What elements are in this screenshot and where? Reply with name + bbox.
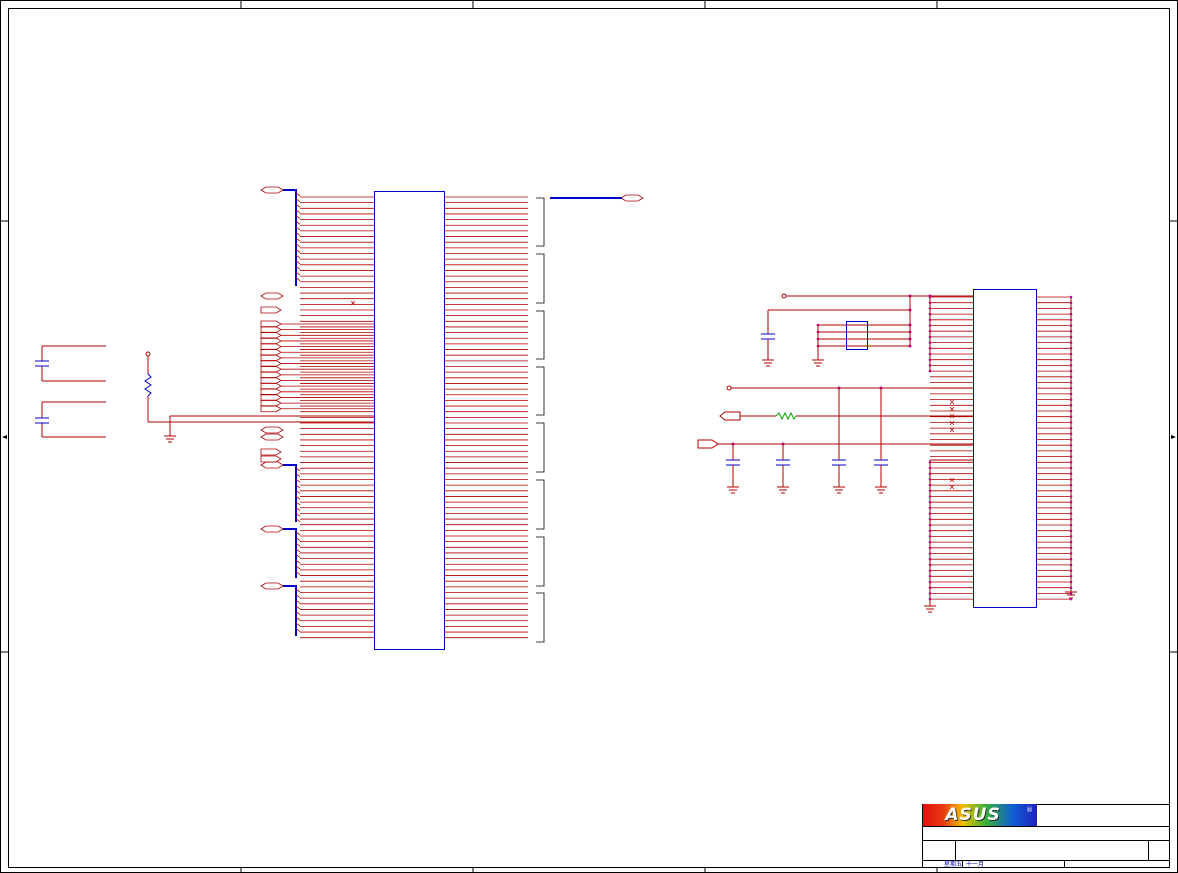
ground-icon [777,486,789,494]
group-bracket [536,536,545,587]
date-label: 星期五 [944,861,963,868]
port-icon [260,455,282,463]
top-rail [767,293,973,360]
port-icon [260,448,282,456]
port-icon [260,331,282,339]
zone-arrows [2,435,1176,439]
group-bracket [536,253,545,304]
port-icon [260,461,284,469]
port-icon [260,343,282,350]
group-bracket [536,310,545,360]
zone-ticks [0,0,1178,873]
schematic-sheet [0,0,1178,873]
sheet-frame [0,0,1178,873]
port-icon [620,194,644,202]
port-icon [260,354,282,362]
capacitor-icon [35,345,106,382]
bus-line [283,528,297,578]
month-label: 十一月 [966,861,985,868]
port-icon [260,582,284,590]
port-icon [260,405,282,413]
ground-icon [833,486,845,494]
power-ic-right-pins [1036,295,1073,601]
port-icon [260,377,282,384]
connector-ic-body [374,191,445,650]
port-icon [260,320,282,328]
ground-icon [164,435,176,443]
pin-group-brackets [536,197,545,643]
bus-line [283,585,297,636]
left-pin-wires [300,196,374,639]
port-icon [260,399,282,407]
port-icon [260,360,282,367]
group-bracket [536,592,545,643]
port-icon [260,365,282,373]
port-icon [260,348,282,356]
bus-lines [283,189,301,636]
port-symbols [260,186,644,590]
bus-line [283,189,297,286]
port-icon [260,337,282,345]
ground-icon [924,591,1077,613]
port-icon [260,292,284,300]
port-icon [260,426,284,434]
port-icon [260,371,282,379]
port-icon [260,186,284,194]
asus-logo: ASUS ® [923,804,1037,826]
capacitor-icon [761,333,775,360]
logo-text: ASUS [945,805,1001,825]
inductor-icon [775,411,797,421]
ground-icon [762,359,824,367]
registered-mark: ® [1026,806,1033,814]
capacitor-icon [35,401,106,438]
resistor-array [846,321,868,350]
group-bracket [536,422,545,473]
port-icon [260,306,282,314]
ground-icon [727,486,739,494]
port-icon [260,433,284,441]
bus-line [283,464,297,522]
power-ic-body [973,289,1037,608]
group-bracket [536,479,545,530]
port-icon [260,388,282,396]
decoupling-capacitors [726,456,888,494]
right-pin-wires [444,196,528,639]
port-icon [260,382,282,390]
group-bracket [536,366,545,416]
port-icon [260,326,282,334]
group-bracket [536,197,545,247]
port-icon [260,394,282,401]
port-icon [260,525,284,533]
ground-icon [875,486,887,494]
